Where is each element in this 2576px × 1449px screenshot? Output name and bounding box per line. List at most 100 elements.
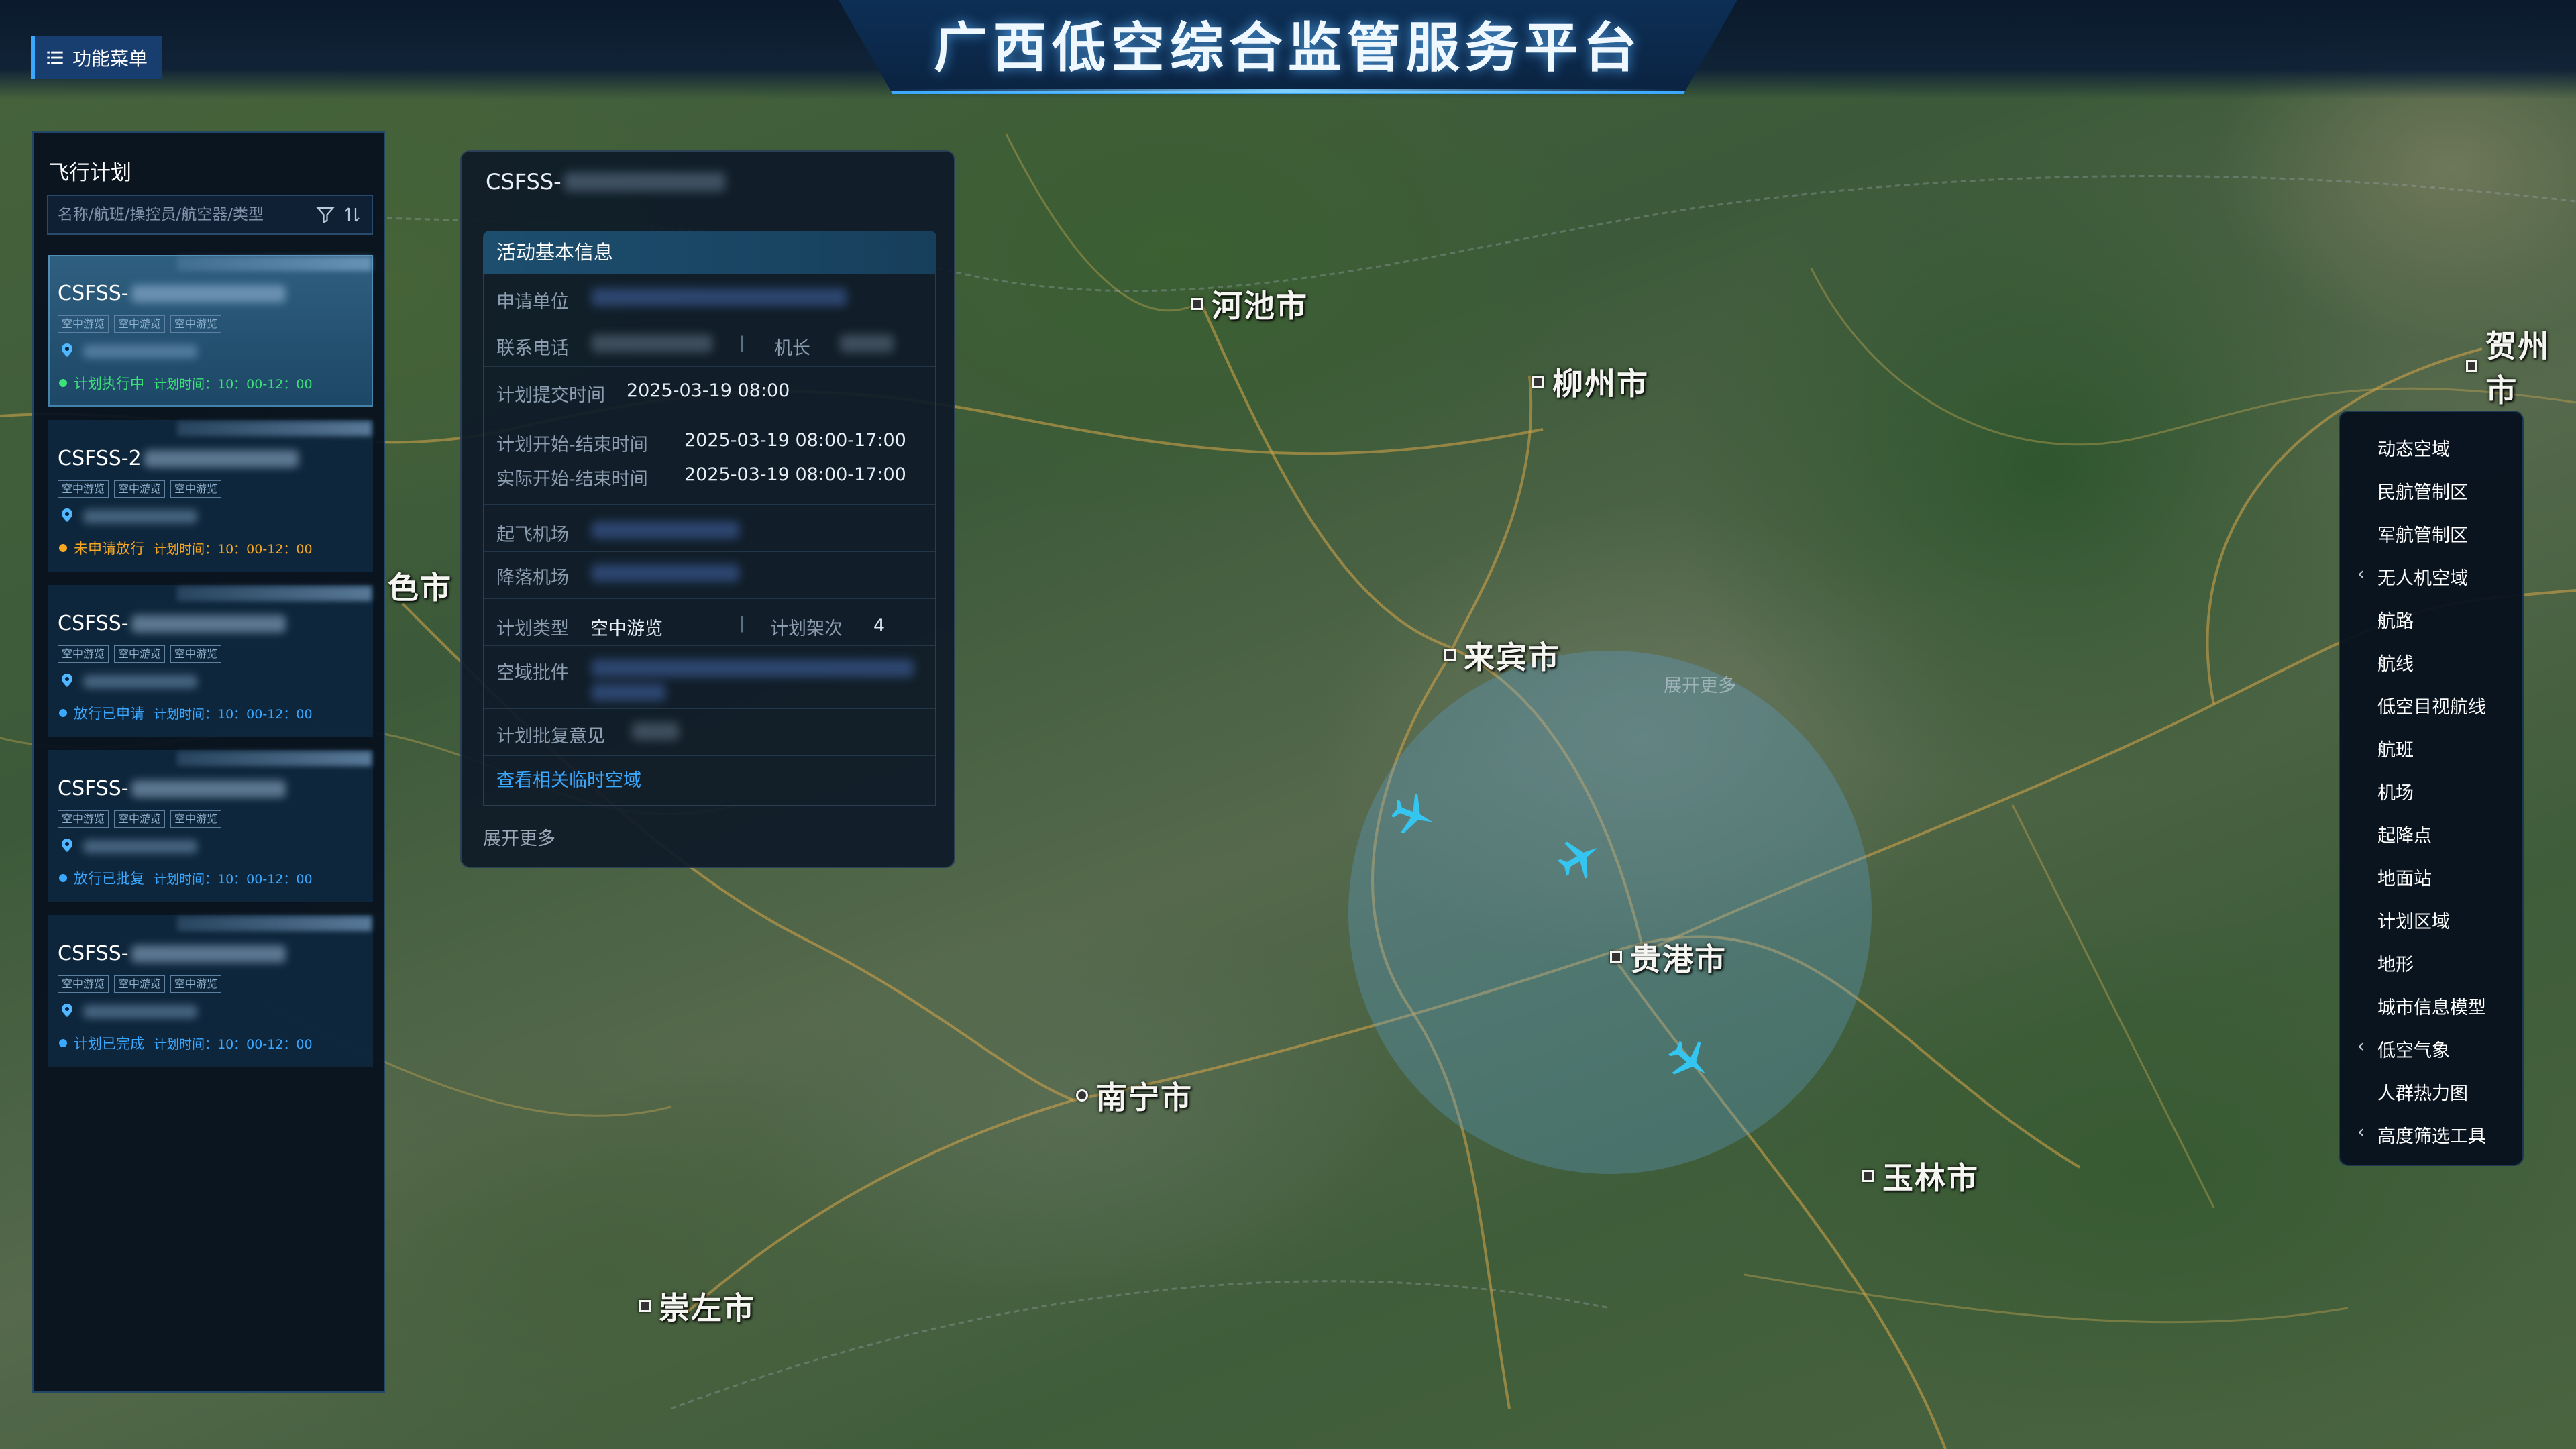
location-pin-icon bbox=[62, 343, 72, 357]
city-marker bbox=[1444, 649, 1456, 661]
status-dot bbox=[59, 709, 67, 717]
layer-item[interactable]: 机场 bbox=[2377, 778, 2414, 804]
filter-icon[interactable] bbox=[315, 205, 335, 225]
layer-item[interactable]: 计划区域 bbox=[2377, 907, 2450, 933]
flight-plan-card[interactable]: CSFSS- 空中游览 空中游览 空中游览 计划已完成 计划时间：10：00-12：… bbox=[48, 915, 373, 1067]
plan-period-value: 2025-03-19 08:00-17:00 bbox=[684, 430, 906, 451]
plan-tag: 空中游览 bbox=[114, 315, 166, 333]
status-label: 未申请放行 bbox=[74, 541, 144, 557]
city-marker bbox=[1862, 1170, 1874, 1182]
plan-tag: 空中游览 bbox=[114, 975, 166, 993]
chevron-left-icon: ‹ bbox=[2357, 1036, 2365, 1057]
plan-status: 计划执行中 计划时间：10：00-12：00 bbox=[59, 373, 313, 393]
sort-icon[interactable] bbox=[342, 205, 362, 225]
redacted-value bbox=[840, 335, 894, 352]
plan-status: 放行已批复 计划时间：10：00-12：00 bbox=[59, 868, 313, 888]
flight-plan-card[interactable]: CSFSS-2 空中游览 空中游览 空中游览 未申请放行 计划时间：10：00-12… bbox=[48, 420, 373, 572]
flight-plan-card[interactable]: CSFSS- 空中游览 空中游览 空中游览 放行已申请 计划时间：10：00-12：… bbox=[48, 585, 373, 737]
redacted-text bbox=[83, 675, 197, 688]
plan-status: 放行已申请 计划时间：10：00-12：00 bbox=[59, 703, 313, 723]
city-label[interactable]: 柳州市 bbox=[1532, 360, 1649, 404]
redacted-text bbox=[564, 172, 725, 191]
layer-item[interactable]: ‹ 无人机空域 bbox=[2357, 564, 2468, 590]
city-marker bbox=[2466, 360, 2478, 372]
status-dot bbox=[59, 874, 67, 882]
plan-code: CSFSS- bbox=[58, 942, 286, 965]
plan-tags: 空中游览 空中游览 空中游览 bbox=[58, 480, 222, 498]
layer-item[interactable]: 起降点 bbox=[2377, 821, 2432, 847]
city-label[interactable]: 河池市 bbox=[1191, 282, 1308, 326]
plan-code: CSFSS- bbox=[58, 777, 286, 800]
plan-tag: 空中游览 bbox=[58, 480, 109, 498]
layer-item[interactable]: 军航管制区 bbox=[2377, 521, 2468, 547]
page-title: 广西低空综合监管服务平台 bbox=[934, 17, 1642, 79]
status-label: 放行已批复 bbox=[74, 871, 144, 887]
layer-item[interactable]: 航线 bbox=[2377, 649, 2414, 676]
basic-info-table: 申请单位 联系电话 | 机长 计划提交时间 2025-03-19 08:00 计… bbox=[483, 274, 936, 806]
layer-item[interactable]: 城市信息模型 bbox=[2377, 993, 2486, 1019]
plan-tags: 空中游览 空中游览 空中游览 bbox=[58, 315, 222, 333]
layer-item[interactable]: 人群热力图 bbox=[2377, 1079, 2468, 1105]
layer-item[interactable]: 航班 bbox=[2377, 735, 2414, 761]
satellite-map[interactable] bbox=[0, 0, 2576, 1449]
redacted-value bbox=[592, 335, 712, 352]
row-airspace-batch: 空域批件 bbox=[484, 645, 935, 708]
layer-item[interactable]: 动态空域 bbox=[2377, 435, 2450, 461]
airspace-coverage-circle[interactable] bbox=[1348, 651, 1872, 1174]
redacted-text bbox=[83, 510, 197, 523]
captain-label: 机长 bbox=[774, 338, 810, 359]
plan-detail-panel: CSFSS- 活动基本信息 申请单位 联系电话 | 机长 计划提交时间 2025… bbox=[460, 150, 955, 868]
city-label[interactable]: 来宾市 bbox=[1444, 633, 1560, 678]
status-label: 放行已申请 bbox=[74, 706, 144, 722]
redacted-text bbox=[83, 840, 197, 853]
redacted-text bbox=[177, 421, 372, 436]
capital-marker bbox=[1076, 1089, 1088, 1102]
redacted-value bbox=[592, 521, 739, 539]
flight-plan-card[interactable]: CSFSS- 空中游览 空中游览 空中游览 计划执行中 计划时间：10：00-12：… bbox=[48, 255, 373, 407]
phone-label: 联系电话 bbox=[496, 338, 569, 359]
plan-tag: 空中游览 bbox=[170, 810, 222, 828]
status-dot bbox=[59, 379, 67, 387]
function-menu-button[interactable]: 功能菜单 bbox=[31, 36, 163, 79]
plan-tag: 空中游览 bbox=[170, 975, 222, 993]
city-marker bbox=[1532, 376, 1544, 388]
flight-plan-card[interactable]: CSFSS- 空中游览 空中游览 空中游览 放行已批复 计划时间：10：00-12：… bbox=[48, 750, 373, 902]
flight-plan-panel: 飞行计划 CSFSS- 空中游览空中游览空中游览 计划执行中 计划时间：10：0… bbox=[32, 131, 385, 1393]
location-pin-icon bbox=[62, 508, 72, 522]
plan-code: CSFSS- bbox=[58, 612, 286, 635]
redacted-text bbox=[131, 284, 286, 303]
layer-item[interactable]: 地形 bbox=[2377, 950, 2414, 976]
city-marker bbox=[639, 1300, 651, 1312]
layer-item[interactable]: ‹ 高度筛选工具 bbox=[2357, 1122, 2486, 1148]
redacted-text bbox=[177, 256, 372, 271]
layer-item[interactable]: 民航管制区 bbox=[2377, 478, 2468, 504]
city-label[interactable]: 南宁市 bbox=[1076, 1073, 1193, 1118]
layer-item[interactable]: 地面站 bbox=[2377, 864, 2432, 890]
layer-item[interactable]: 航路 bbox=[2377, 606, 2414, 633]
city-label[interactable]: 色市 bbox=[388, 564, 452, 608]
actual-period-value: 2025-03-19 08:00-17:00 bbox=[684, 464, 906, 485]
sorties-value: 4 bbox=[873, 615, 885, 636]
status-dot bbox=[59, 1039, 67, 1047]
city-label[interactable]: 贵港市 bbox=[1610, 935, 1727, 979]
city-label[interactable]: 崇左市 bbox=[639, 1284, 755, 1328]
row-contact: 联系电话 | 机长 bbox=[484, 321, 935, 366]
top-header: 广西低空综合监管服务平台 功能菜单 bbox=[0, 0, 2576, 99]
expand-more-button[interactable]: 展开更多 bbox=[483, 824, 555, 850]
function-menu-label: 功能菜单 bbox=[72, 48, 148, 70]
submit-time-value: 2025-03-19 08:00 bbox=[627, 380, 790, 401]
flight-plan-search-input[interactable] bbox=[58, 206, 309, 223]
plan-code: CSFSS-2 bbox=[58, 447, 299, 470]
location-pin-icon bbox=[62, 1004, 72, 1017]
city-label[interactable]: 玉林市 bbox=[1862, 1154, 1979, 1198]
layer-item[interactable]: 低空目视航线 bbox=[2377, 692, 2486, 718]
redacted-text bbox=[131, 614, 286, 633]
city-marker bbox=[1191, 298, 1203, 310]
row-takeoff: 起飞机场 bbox=[484, 504, 935, 551]
city-label[interactable]: 贺州市 bbox=[2466, 322, 2576, 411]
view-temp-airspace-link[interactable]: 查看相关临时空域 bbox=[496, 765, 641, 792]
plan-time: 计划时间：10：00-12：00 bbox=[154, 1036, 313, 1052]
plan-tag: 空中游览 bbox=[114, 810, 166, 828]
layer-item[interactable]: ‹ 低空气象 bbox=[2357, 1036, 2450, 1062]
chevron-left-icon: ‹ bbox=[2357, 564, 2365, 584]
